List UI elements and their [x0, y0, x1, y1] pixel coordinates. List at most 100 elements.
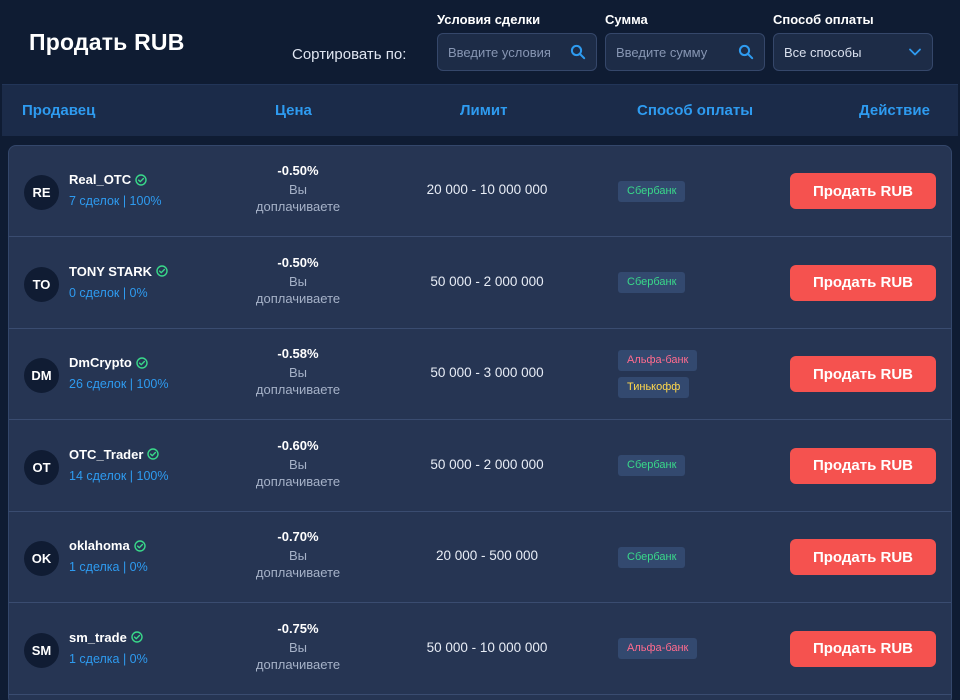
avatar: SM	[24, 632, 59, 668]
payment-method-selected: Все способы	[784, 44, 862, 60]
verified-check-icon	[135, 173, 147, 186]
verified-check-icon	[133, 539, 146, 552]
payment-method-tag: Альфа-банк	[618, 350, 698, 371]
payment-method-select[interactable]: Все способы	[773, 33, 933, 71]
seller-name-text: OTC_Trader	[69, 446, 144, 462]
payment-methods: Сбербанк	[618, 238, 686, 328]
verified-check-icon	[147, 448, 160, 460]
payment-method-tag: Сбербанк	[618, 180, 686, 202]
seller-stats: 0 сделок | 0%	[69, 285, 148, 300]
price-percent: -0.70%	[277, 529, 319, 544]
table-column-header: Продавец Цена Лимит Способ оплаты Действ…	[2, 84, 958, 136]
verified-check-icon	[131, 631, 143, 643]
amount-filter-input[interactable]: Введите сумму	[605, 33, 765, 71]
verified-check-icon	[136, 356, 148, 369]
payment-method-tag: Сбербанк	[618, 546, 686, 568]
payment-methods: Альфа-банк Тинькофф	[618, 329, 698, 419]
table-row: OK oklahoma 1 сделка | 0% -0.70% Вы допла…	[9, 512, 951, 603]
payment-methods: Сбербанк	[618, 512, 686, 602]
seller-name-text: DmCrypto	[69, 355, 132, 370]
sort-label: Сортировать по:	[292, 46, 407, 63]
conditions-filter-label: Условия сделки	[437, 12, 541, 27]
column-payment-method[interactable]: Способ оплаты	[637, 102, 753, 119]
avatar: OK	[24, 541, 59, 576]
limit-range: 50 000 - 2 000 000	[430, 273, 544, 289]
avatar: DM	[24, 358, 59, 393]
page-title: Продать RUB	[29, 29, 185, 55]
limit-range: 50 000 - 10 000 000	[426, 639, 548, 655]
page-header: Продать RUB Сортировать по: Условия сдел…	[2, 0, 958, 84]
verified-check-icon	[156, 265, 168, 277]
amount-filter-placeholder: Введите сумму	[616, 44, 708, 60]
price-cell: -0.70% Вы доплачиваете	[218, 529, 378, 581]
price-cell: -0.60% Вы доплачиваете	[218, 438, 378, 490]
price-note: Вы доплачиваете	[255, 639, 341, 672]
price-note: Вы доплачиваете	[255, 548, 341, 580]
payment-method-tag: Тинькофф	[618, 377, 690, 398]
price-percent: -0.50%	[277, 254, 319, 270]
seller-name-text: oklahoma	[69, 538, 130, 553]
avatar: OT	[24, 449, 59, 485]
column-action: Действие	[859, 102, 930, 119]
price-cell: -0.50% Вы доплачиваете	[218, 255, 378, 307]
seller-name[interactable]: oklahoma	[69, 538, 146, 553]
seller-stats: 14 сделок | 100%	[69, 468, 169, 483]
avatar: TO	[24, 266, 59, 302]
seller-name-text: Real_OTC	[69, 172, 132, 187]
limit-range: 20 000 - 10 000 000	[426, 182, 548, 197]
payment-methods: Сбербанк	[618, 146, 686, 236]
limit-range: 50 000 - 3 000 000	[430, 365, 544, 380]
column-limit[interactable]: Лимит	[460, 102, 507, 119]
seller-name[interactable]: OTC_Trader	[69, 446, 160, 462]
sell-rub-button[interactable]: Продать RUB	[790, 539, 936, 575]
table-row: DM DmCrypto 26 сделок | 100% -0.58% Вы до…	[9, 329, 951, 420]
sell-rub-button[interactable]: Продать RUB	[790, 630, 936, 667]
seller-stats: 1 сделка | 0%	[69, 560, 148, 574]
table-row: TO TONY STARK 0 сделок | 0% -0.50% Вы доп…	[9, 238, 951, 329]
chevron-down-icon[interactable]	[908, 45, 922, 59]
payment-method-tag: Сбербанк	[618, 272, 686, 293]
seller-name-text: sm_trade	[69, 629, 127, 645]
amount-filter-label: Сумма	[605, 12, 648, 27]
conditions-filter-input[interactable]: Введите условия	[437, 33, 597, 71]
payment-method-tag: Альфа-банк	[618, 638, 698, 659]
sell-rub-button[interactable]: Продать RUB	[790, 356, 936, 392]
payment-methods: Альфа-банк	[618, 604, 698, 694]
price-cell: -0.58% Вы доплачиваете	[218, 346, 378, 398]
conditions-filter-placeholder: Введите условия	[448, 44, 551, 60]
avatar: RE	[24, 175, 59, 210]
seller-name[interactable]: DmCrypto	[69, 355, 148, 370]
price-cell: -0.50% Вы доплачиваете	[218, 163, 378, 215]
table-row: OT OTC_Trader 14 сделок | 100% -0.60% Вы…	[9, 421, 951, 512]
p2p-sell-page: Продать RUB Сортировать по: Условия сдел…	[0, 0, 960, 700]
sell-rub-button[interactable]: Продать RUB	[790, 447, 936, 484]
table-row: RE Real_OTC 7 сделок | 100% -0.50% Вы доп…	[9, 146, 951, 237]
price-percent: -0.75%	[277, 620, 319, 636]
sell-rub-button[interactable]: Продать RUB	[790, 264, 936, 301]
seller-name[interactable]: TONY STARK	[69, 264, 168, 279]
search-icon[interactable]	[738, 44, 754, 60]
seller-name[interactable]: Real_OTC	[69, 172, 147, 187]
seller-name[interactable]: sm_trade	[69, 630, 143, 645]
payment-methods: Сбербанк	[618, 421, 686, 511]
price-percent: -0.60%	[277, 437, 319, 453]
search-icon[interactable]	[570, 44, 586, 60]
seller-name-text: TONY STARK	[69, 263, 153, 279]
price-note: Вы доплачиваете	[255, 182, 341, 214]
limit-range: 20 000 - 500 000	[435, 548, 539, 563]
price-cell: -0.75% Вы доплачиваете	[218, 621, 378, 673]
payment-method-tag: Сбербанк	[618, 455, 686, 476]
offers-table: RE Real_OTC 7 сделок | 100% -0.50% Вы доп…	[8, 145, 952, 700]
sell-rub-button[interactable]: Продать RUB	[790, 173, 936, 209]
column-price[interactable]: Цена	[275, 102, 312, 119]
price-percent: -0.50%	[277, 163, 319, 178]
column-seller[interactable]: Продавец	[22, 102, 95, 119]
payment-filter-label: Способ оплаты	[773, 12, 874, 27]
price-note: Вы доплачиваете	[255, 456, 341, 489]
table-row: SM sm_trade 1 сделка | 0% -0.75% Вы допла…	[9, 604, 951, 695]
price-percent: -0.58%	[277, 346, 319, 361]
price-note: Вы доплачиваете	[255, 273, 341, 306]
seller-stats: 26 сделок | 100%	[69, 377, 169, 391]
limit-range: 50 000 - 2 000 000	[430, 456, 544, 472]
seller-stats: 7 сделок | 100%	[69, 194, 162, 208]
